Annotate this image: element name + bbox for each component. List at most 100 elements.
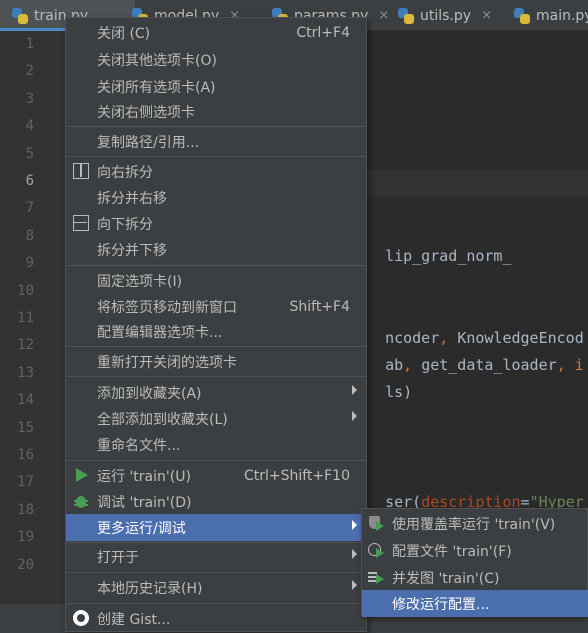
line-number: 17 [17, 474, 34, 491]
menu-item-split-move-down[interactable]: 拆分并下移 [66, 236, 366, 263]
menu-item-shortcut: Ctrl+F4 [296, 24, 350, 41]
chevron-right-icon [352, 580, 357, 590]
menu-item-pin-tab[interactable]: 固定选项卡(I) [66, 267, 366, 294]
menu-separator [66, 572, 366, 573]
more-run-debug-submenu: 使用覆盖率运行 'train'(V) 配置文件 'train'(F) 并发图 '… [361, 508, 588, 617]
python-file-icon [514, 7, 530, 24]
menu-item-label: 拆分并右移 [97, 190, 167, 207]
menu-item-label: 关闭所有选项卡(A) [97, 79, 216, 96]
debug-bug-icon [73, 493, 89, 509]
menu-separator [66, 156, 366, 157]
menu-item-shortcut: Ctrl+Shift+F10 [243, 467, 350, 484]
github-icon [73, 610, 89, 626]
menu-item-label: 重命名文件... [97, 437, 181, 454]
menu-item-split-down[interactable]: 向下拆分 [66, 210, 366, 237]
chevron-right-icon [352, 520, 357, 530]
menu-item-label: 调试 'train'(D) [97, 494, 192, 511]
menu-item-label: 重新打开关闭的选项卡 [97, 354, 237, 371]
line-number: 1 [25, 36, 34, 52]
submenu-item-concurrency[interactable]: 并发图 'train'(C) [362, 564, 588, 591]
code-line-8[interactable]: lip_grad_norm_ [367, 229, 512, 265]
menu-item-label: 拆分并下移 [97, 242, 167, 259]
tab-context-menu: 关闭 (C) Ctrl+F4 关闭其他选项卡(O) 关闭所有选项卡(A) 关闭右… [65, 17, 367, 632]
menu-item-close-all[interactable]: 关闭所有选项卡(A) [66, 73, 366, 100]
menu-item-open-in[interactable]: 打开于 [66, 543, 366, 570]
menu-item-config-tabs[interactable]: 配置编辑器选项卡... [66, 318, 366, 345]
line-number: 2 [25, 63, 34, 80]
menu-item-label: 运行 'train'(U) [97, 468, 191, 485]
menu-item-label: 使用覆盖率运行 'train'(V) [392, 517, 556, 533]
menu-item-copy-path[interactable]: 复制路径/引用... [66, 128, 366, 155]
menu-item-shortcut: Shift+F4 [289, 298, 350, 315]
menu-item-more-run-debug[interactable]: 更多运行/调试 [66, 514, 366, 541]
line-number: 11 [17, 310, 34, 326]
menu-item-reopen-closed[interactable]: 重新打开关闭的选项卡 [66, 348, 366, 375]
menu-item-add-all-favorites[interactable]: 全部添加到收藏夹(L) [66, 405, 366, 432]
menu-item-label: 配置文件 'train'(F) [392, 544, 512, 560]
chevron-right-icon [352, 411, 357, 421]
submenu-item-run-coverage[interactable]: 使用覆盖率运行 'train'(V) [362, 510, 588, 537]
menu-item-label: 配置编辑器选项卡... [97, 324, 223, 341]
menu-item-close-others[interactable]: 关闭其他选项卡(O) [66, 46, 366, 73]
menu-item-label: 向下拆分 [97, 216, 153, 233]
menu-separator [66, 376, 366, 377]
code-token: lip_grad_norm_ [385, 247, 512, 265]
line-number: 10 [17, 282, 34, 299]
line-number: 9 [25, 255, 34, 272]
menu-item-split-right[interactable]: 向右拆分 [66, 158, 366, 185]
line-number: 20 [17, 556, 34, 573]
code-line-17[interactable]: ser(description="Hyper [367, 475, 584, 511]
menu-item-label: 并发图 'train'(C) [392, 571, 500, 587]
menu-item-label: 更多运行/调试 [97, 520, 186, 537]
menu-item-label: 创建 Gist... [97, 611, 171, 628]
submenu-item-profile[interactable]: 配置文件 'train'(F) [362, 537, 588, 564]
menu-item-run[interactable]: 运行 'train'(U) Ctrl+Shift+F10 [66, 462, 366, 489]
python-file-icon [398, 7, 414, 24]
menu-item-label: 将标签页移动到新窗口 [97, 299, 237, 316]
menu-item-label: 打开于 [97, 549, 139, 566]
python-file-icon [12, 7, 28, 24]
menu-item-label: 复制路径/引用... [97, 134, 200, 151]
menu-item-label: 关闭其他选项卡(O) [97, 52, 217, 69]
menu-item-label: 全部添加到收藏夹(L) [97, 411, 228, 428]
line-number: 8 [25, 227, 34, 244]
line-number: 3 [25, 90, 34, 107]
line-number: 4 [25, 118, 34, 135]
line-number: 13 [17, 364, 34, 381]
split-vertical-icon [73, 163, 89, 179]
split-horizontal-icon [73, 215, 89, 231]
menu-separator [66, 265, 366, 266]
line-number: 15 [17, 419, 34, 436]
menu-item-debug[interactable]: 调试 'train'(D) [66, 488, 366, 515]
tab-label: main.py [536, 7, 588, 24]
submenu-item-modify-config[interactable]: 修改运行配置... [362, 590, 588, 617]
menu-item-close-right[interactable]: 关闭右侧选项卡 [66, 98, 366, 125]
code-token: , i [556, 356, 584, 374]
menu-item-label: 修改运行配置... [392, 597, 490, 613]
menu-item-add-favorites[interactable]: 添加到收藏夹(A) [66, 379, 366, 406]
menu-separator [66, 603, 366, 604]
menu-item-create-gist[interactable]: 创建 Gist... [66, 605, 366, 632]
menu-item-close[interactable]: 关闭 (C) Ctrl+F4 [66, 19, 366, 46]
code-line-13[interactable]: ls) [367, 365, 412, 401]
menu-item-label: 关闭 (C) [97, 25, 151, 42]
tab-utils-py[interactable]: utils.py × [386, 0, 506, 31]
menu-item-local-history[interactable]: 本地历史记录(H) [66, 574, 366, 601]
concurrency-icon [368, 569, 384, 585]
chevron-right-icon [352, 549, 357, 559]
tab-main-py[interactable]: main.py [502, 0, 588, 31]
line-number: 7 [25, 200, 34, 217]
coverage-icon [368, 515, 384, 531]
menu-item-move-new-window[interactable]: 将标签页移动到新窗口 Shift+F4 [66, 293, 366, 320]
close-icon[interactable]: × [481, 8, 492, 23]
line-number: 19 [17, 529, 34, 546]
menu-item-label: 添加到收藏夹(A) [97, 385, 202, 402]
menu-item-label: 关闭右侧选项卡 [97, 104, 195, 121]
line-number: 5 [25, 145, 34, 162]
line-number: 14 [17, 392, 34, 409]
line-number: 16 [17, 447, 34, 463]
menu-item-label: 本地历史记录(H) [97, 580, 203, 597]
menu-item-rename-file[interactable]: 重命名文件... [66, 431, 366, 458]
menu-item-split-move-right[interactable]: 拆分并右移 [66, 184, 366, 211]
chevron-right-icon [352, 385, 357, 395]
